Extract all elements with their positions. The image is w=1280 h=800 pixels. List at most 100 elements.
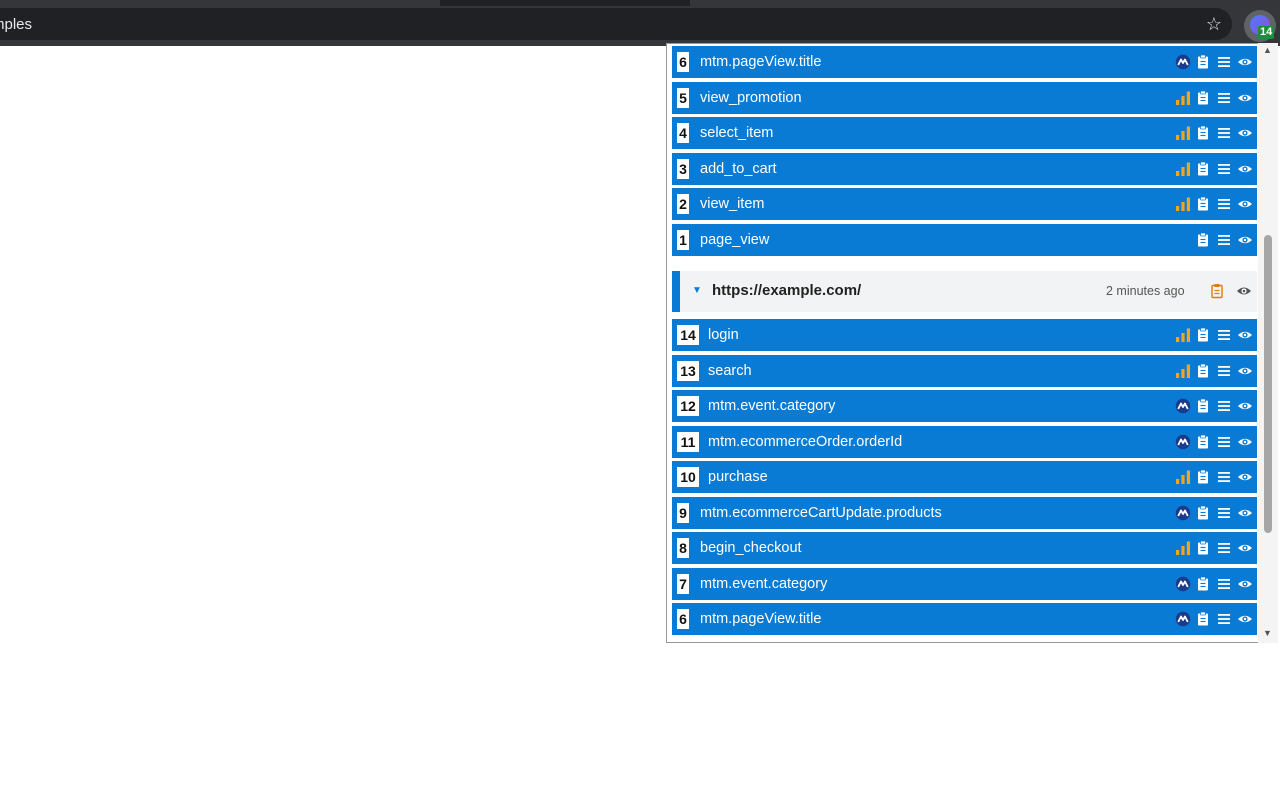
event-row[interactable]: 4 select_item: [672, 117, 1257, 149]
event-number: 14: [677, 325, 699, 345]
eye-icon[interactable]: [1237, 54, 1253, 70]
event-number: 12: [677, 396, 699, 416]
event-row[interactable]: 6 mtm.pageView.title: [672, 46, 1257, 78]
eye-icon[interactable]: [1237, 90, 1253, 106]
event-row[interactable]: 11 mtm.ecommerceOrder.orderId: [672, 425, 1257, 458]
event-row[interactable]: 12 mtm.event.category: [672, 390, 1257, 422]
menu-icon[interactable]: [1216, 505, 1232, 521]
scroll-up-icon[interactable]: ▲: [1263, 45, 1272, 55]
eye-icon[interactable]: [1237, 196, 1253, 212]
menu-icon[interactable]: [1216, 54, 1232, 70]
event-row[interactable]: 14 login: [672, 319, 1257, 351]
menu-icon[interactable]: [1216, 434, 1232, 450]
clipboard-icon[interactable]: [1195, 327, 1211, 343]
collapse-icon[interactable]: ▼: [692, 284, 702, 298]
matomo-icon: [1175, 505, 1191, 521]
event-row[interactable]: 8 begin_checkout: [672, 532, 1257, 564]
analytics-icon: [1175, 540, 1191, 556]
browser-toolbar: mples ☆ 14: [0, 6, 1280, 46]
event-name: select_item: [700, 125, 774, 141]
eye-icon[interactable]: [1237, 505, 1253, 521]
page-group-header[interactable]: ▼ https://example.com/ 2 minutes ago: [672, 271, 1257, 312]
clipboard-icon[interactable]: [1195, 398, 1211, 414]
event-name: add_to_cart: [700, 160, 777, 177]
clipboard-icon[interactable]: [1195, 232, 1211, 248]
event-row[interactable]: 3 add_to_cart: [672, 152, 1257, 185]
menu-icon[interactable]: [1216, 90, 1232, 106]
eye-icon[interactable]: [1237, 161, 1253, 177]
eye-icon[interactable]: [1237, 398, 1253, 414]
analytics-icon: [1175, 125, 1191, 141]
menu-icon[interactable]: [1216, 576, 1232, 592]
event-name: mtm.event.category: [708, 398, 836, 414]
event-number: 6: [677, 52, 689, 72]
event-number: 4: [677, 123, 689, 143]
eye-icon[interactable]: [1237, 576, 1253, 592]
eye-icon[interactable]: [1237, 363, 1253, 379]
event-row[interactable]: 2 view_item: [672, 188, 1257, 220]
eye-icon[interactable]: [1237, 540, 1253, 556]
scroll-down-icon[interactable]: ▼: [1263, 628, 1272, 638]
analytics-icon: [1175, 363, 1191, 379]
popup-scrollbar[interactable]: ▲ ▼: [1258, 43, 1278, 643]
clipboard-icon[interactable]: [1209, 283, 1225, 299]
star-icon[interactable]: ☆: [1206, 13, 1222, 35]
event-name: begin_checkout: [700, 540, 802, 556]
event-name: view_item: [700, 196, 765, 212]
analytics-icon: [1175, 196, 1191, 212]
eye-icon[interactable]: [1237, 469, 1253, 485]
menu-icon[interactable]: [1216, 196, 1232, 212]
clipboard-icon[interactable]: [1195, 576, 1211, 592]
clipboard-icon[interactable]: [1195, 54, 1211, 70]
clipboard-icon[interactable]: [1195, 540, 1211, 556]
clipboard-icon[interactable]: [1195, 90, 1211, 106]
event-name: mtm.pageView.title: [700, 54, 822, 70]
extension-button[interactable]: 14: [1244, 10, 1276, 42]
event-name: mtm.ecommerceCartUpdate.products: [700, 504, 942, 521]
event-row[interactable]: 6 mtm.pageView.title: [672, 603, 1257, 635]
scrollbar-thumb[interactable]: [1264, 235, 1272, 533]
event-number: 7: [677, 573, 689, 594]
clipboard-icon[interactable]: [1195, 161, 1211, 177]
event-number: 8: [677, 538, 689, 558]
event-row[interactable]: 10 purchase: [672, 461, 1257, 493]
matomo-icon: [1175, 611, 1191, 627]
eye-icon[interactable]: [1237, 327, 1253, 343]
event-row[interactable]: 5 view_promotion: [672, 81, 1257, 114]
menu-icon[interactable]: [1216, 232, 1232, 248]
group-time: 2 minutes ago: [1106, 284, 1185, 298]
clipboard-icon[interactable]: [1195, 363, 1211, 379]
event-row[interactable]: 13 search: [672, 354, 1257, 387]
matomo-icon: [1175, 54, 1191, 70]
eye-icon[interactable]: [1237, 611, 1253, 627]
event-name: mtm.pageView.title: [700, 611, 822, 627]
menu-icon[interactable]: [1216, 125, 1232, 141]
clipboard-icon[interactable]: [1195, 196, 1211, 212]
event-row[interactable]: 1 page_view: [672, 223, 1257, 256]
clipboard-icon[interactable]: [1195, 469, 1211, 485]
menu-icon[interactable]: [1216, 398, 1232, 414]
event-name: view_promotion: [700, 89, 802, 106]
eye-icon[interactable]: [1236, 283, 1252, 299]
menu-icon[interactable]: [1216, 540, 1232, 556]
menu-icon[interactable]: [1216, 363, 1232, 379]
clipboard-icon[interactable]: [1195, 505, 1211, 521]
menu-icon[interactable]: [1216, 161, 1232, 177]
menu-icon[interactable]: [1216, 327, 1232, 343]
eye-icon[interactable]: [1237, 434, 1253, 450]
matomo-icon: [1175, 434, 1191, 450]
event-name: search: [708, 362, 752, 379]
eye-icon[interactable]: [1237, 232, 1253, 248]
menu-icon[interactable]: [1216, 611, 1232, 627]
event-number: 1: [677, 229, 689, 250]
clipboard-icon[interactable]: [1195, 611, 1211, 627]
event-number: 11: [677, 431, 699, 452]
extension-popup: ▼ https://example.com/ 2 minutes ago 6 mt…: [666, 43, 1278, 643]
clipboard-icon[interactable]: [1195, 125, 1211, 141]
menu-icon[interactable]: [1216, 469, 1232, 485]
event-row[interactable]: 9 mtm.ecommerceCartUpdate.products: [672, 496, 1257, 529]
address-bar[interactable]: mples ☆: [0, 8, 1232, 40]
eye-icon[interactable]: [1237, 125, 1253, 141]
event-row[interactable]: 7 mtm.event.category: [672, 567, 1257, 600]
clipboard-icon[interactable]: [1195, 434, 1211, 450]
